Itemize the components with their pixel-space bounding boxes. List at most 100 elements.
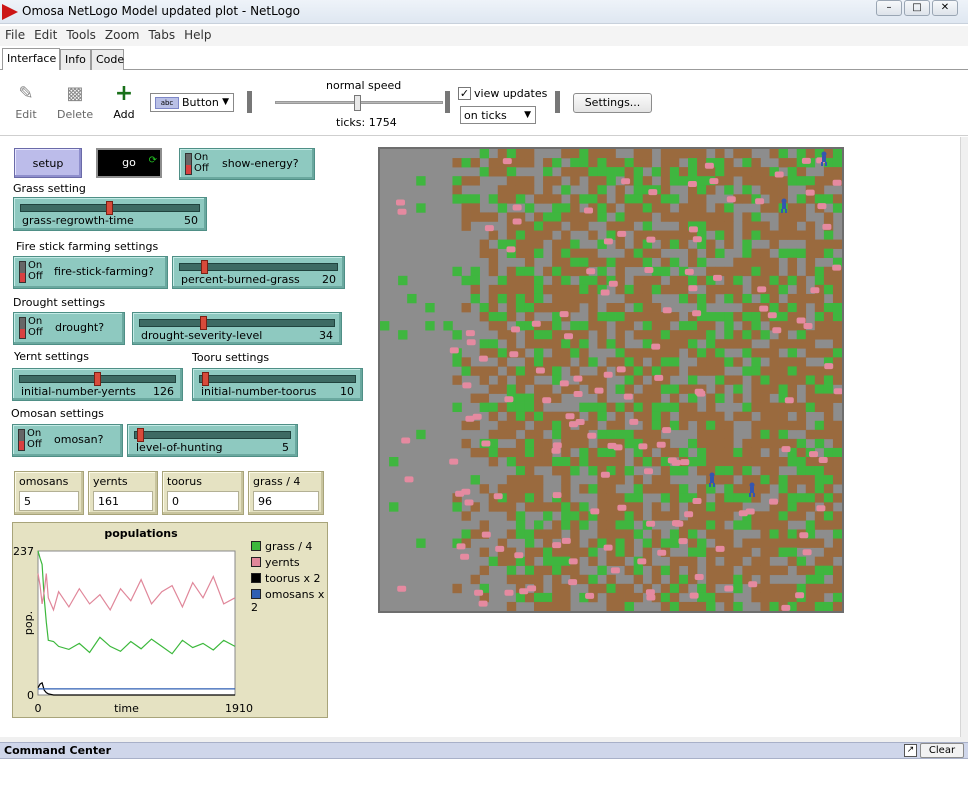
yernt-agent (552, 492, 562, 499)
patch (506, 366, 517, 376)
slider-handle[interactable] (202, 372, 209, 386)
patch (633, 375, 644, 385)
patch (561, 230, 571, 240)
slider-track[interactable] (134, 431, 291, 439)
switch-toggle[interactable] (19, 261, 26, 283)
patch (588, 312, 598, 322)
patch (697, 257, 707, 268)
setup-button[interactable]: setup (14, 148, 82, 178)
yernt-agent (519, 588, 529, 595)
view-updates-checkbox[interactable]: ✓ (458, 87, 471, 100)
initial-toorus-slider[interactable]: initial-number-toorus 10 (192, 368, 363, 401)
patch (633, 502, 644, 512)
drought-severity-slider[interactable]: drought-severity-level 34 (132, 312, 342, 345)
menu-help[interactable]: Help (179, 26, 215, 42)
speed-slider-handle[interactable] (354, 95, 361, 111)
patch (651, 303, 662, 313)
slider-track[interactable] (139, 319, 335, 327)
patch (724, 293, 734, 304)
delete-tool[interactable]: ▩ Delete (57, 84, 93, 122)
patch (524, 466, 535, 476)
switch-on-off: On Off (27, 428, 42, 450)
patch (552, 203, 562, 213)
yernt-agent (512, 204, 522, 211)
slider-handle[interactable] (106, 201, 113, 215)
menu-edit[interactable]: Edit (29, 26, 61, 42)
update-mode-dropdown[interactable]: on ticks ▼ (460, 106, 536, 124)
grass-regrowth-slider[interactable]: grass-regrowth-time 50 (13, 197, 207, 231)
patch (488, 284, 499, 295)
patch (832, 312, 842, 322)
patch (488, 248, 499, 259)
slider-handle[interactable] (94, 372, 101, 386)
patch (651, 330, 662, 340)
edit-tool[interactable]: ✎ Edit (12, 84, 40, 122)
slider-handle[interactable] (201, 260, 208, 274)
patch (488, 348, 499, 358)
fire-stick-farming-switch[interactable]: On Off fire-stick-farming? (13, 256, 168, 289)
switch-toggle[interactable] (18, 429, 25, 451)
patch (760, 475, 770, 485)
menu-tabs[interactable]: Tabs (144, 26, 180, 42)
patch (706, 248, 716, 259)
command-center-output[interactable] (0, 760, 968, 792)
expand-icon[interactable]: ↗ (904, 744, 917, 757)
patch (769, 339, 779, 349)
percent-burned-slider[interactable]: percent-burned-grass 20 (172, 256, 345, 289)
vertical-scrollbar[interactable] (960, 137, 968, 737)
widget-type-dropdown[interactable]: abc Button ▼ (150, 93, 234, 112)
show-energy-switch[interactable]: On Off show-energy? (179, 148, 315, 180)
y-tick-label: 0 (27, 689, 34, 702)
slider-handle[interactable] (137, 428, 144, 442)
patch (724, 466, 734, 476)
patch (715, 411, 725, 422)
tab-info[interactable]: Info (60, 49, 91, 70)
patch (678, 330, 689, 340)
switch-toggle[interactable] (185, 153, 192, 175)
patch (624, 284, 634, 295)
patch (778, 420, 788, 431)
tab-interface[interactable]: Interface (2, 48, 60, 71)
patch (606, 429, 616, 440)
switch-toggle[interactable] (19, 317, 26, 339)
patch (398, 275, 408, 286)
close-button[interactable]: ✕ (932, 0, 958, 16)
initial-yernts-slider[interactable]: initial-number-yernts 126 (12, 368, 183, 401)
patch (724, 266, 734, 277)
world-view[interactable] (378, 147, 844, 613)
add-tool[interactable]: + Add (111, 83, 137, 122)
menu-file[interactable]: File (0, 26, 29, 42)
patch (597, 411, 607, 422)
patch (615, 583, 625, 594)
minimize-button[interactable]: – (876, 0, 902, 16)
slider-handle[interactable] (200, 316, 207, 330)
settings-button[interactable]: Settings... (573, 93, 652, 113)
patch (651, 393, 662, 403)
patch (832, 375, 842, 385)
patch (742, 402, 752, 413)
patch (534, 194, 544, 204)
menu-tools[interactable]: Tools (61, 26, 100, 42)
patch (570, 529, 580, 539)
maximize-button[interactable]: □ (904, 0, 930, 16)
omosan-switch[interactable]: On Off omosan? (12, 424, 123, 457)
patch (452, 357, 462, 367)
patch (787, 321, 798, 331)
patch (524, 176, 535, 186)
patch (524, 556, 535, 567)
patch (724, 339, 734, 349)
patch (814, 565, 825, 576)
patch (488, 429, 499, 440)
menu-zoom[interactable]: Zoom (100, 26, 144, 42)
yernt-agent (610, 567, 620, 574)
go-button[interactable]: go ⟳ (96, 148, 162, 178)
level-of-hunting-slider[interactable]: level-of-hunting 5 (127, 424, 298, 457)
clear-button[interactable]: Clear (920, 743, 964, 758)
tab-code[interactable]: Code (91, 49, 124, 70)
patch (787, 538, 798, 548)
patch (778, 511, 788, 521)
drought-switch[interactable]: On Off drought? (13, 312, 125, 345)
patch (678, 239, 689, 249)
patch (832, 574, 842, 585)
slider-track[interactable] (199, 375, 356, 383)
